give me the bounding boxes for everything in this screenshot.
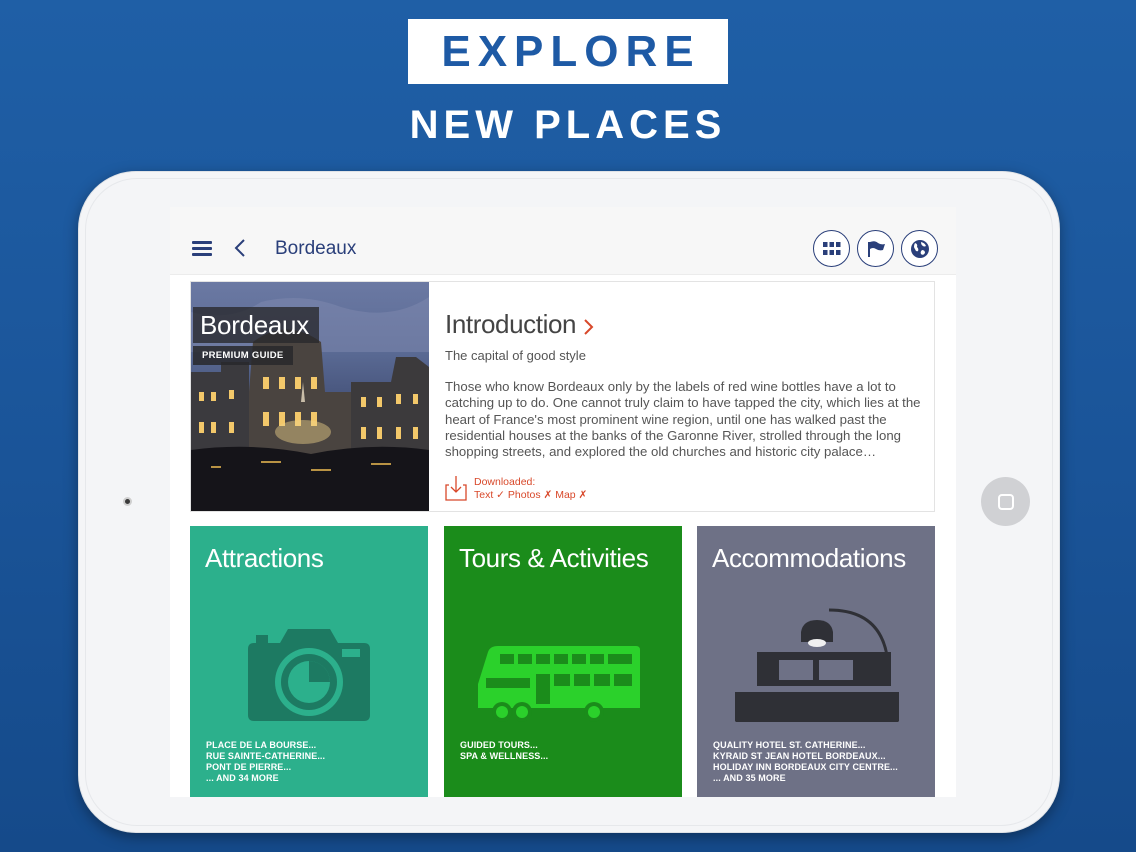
- accommodations-list: QUALITY HOTEL ST. CATHERINE... KYRAID ST…: [713, 740, 898, 784]
- list-item: PONT DE PIERRE...: [206, 762, 292, 772]
- globe-button[interactable]: [901, 230, 938, 267]
- grid-icon: [822, 241, 840, 255]
- camera-icon: [248, 629, 370, 721]
- tours-activities-title: Tours & Activities: [459, 543, 649, 573]
- promo-subheadline: NEW PLACES: [409, 103, 727, 147]
- tours-activities-list: GUIDED TOURS... SPA & WELLNESS...: [460, 740, 548, 762]
- accommodations-tile[interactable]: Accommodations QUALITY HOTEL ST. CATHERI…: [697, 526, 935, 797]
- app-screen: Bordeaux Bordeaux PREMIUM GUIDE Introduc…: [170, 207, 956, 797]
- introduction-text: Those who know Bordeaux only by the labe…: [445, 379, 921, 460]
- flag-button[interactable]: [857, 230, 894, 267]
- back-icon[interactable]: [233, 238, 247, 258]
- bed-icon: [735, 608, 899, 722]
- premium-guide-badge: PREMIUM GUIDE: [193, 346, 293, 365]
- list-item: ... AND 35 MORE: [713, 773, 786, 783]
- tours-activities-tile[interactable]: Tours & Activities GUIDED TOURS... SPA &…: [444, 526, 682, 797]
- introduction-title[interactable]: Introduction: [445, 309, 576, 340]
- list-item: RUE SAINTE-CATHERINE...: [206, 751, 326, 761]
- grid-view-button[interactable]: [813, 230, 850, 267]
- attractions-list: PLACE DE LA BOURSE... RUE SAINTE-CATHERI…: [206, 740, 325, 784]
- home-square-icon: [997, 493, 1014, 510]
- home-button[interactable]: [981, 477, 1030, 526]
- attractions-tile[interactable]: Attractions PLACE DE LA BOURSE... RUE SA…: [190, 526, 428, 797]
- top-navigation-bar: Bordeaux: [170, 207, 956, 275]
- list-item: HOLIDAY INN BORDEAUX CITY CENTRE...: [713, 762, 898, 772]
- list-item: PLACE DE LA BOURSE...: [206, 740, 317, 750]
- promo-headline-box: EXPLORE: [408, 19, 728, 84]
- promo-headline: EXPLORE: [441, 26, 701, 76]
- introduction-card[interactable]: Bordeaux PREMIUM GUIDE Introduction The …: [190, 281, 935, 512]
- download-label: Downloaded:: [474, 476, 536, 488]
- page-title: Bordeaux: [275, 238, 357, 259]
- bus-icon: [478, 646, 646, 722]
- hero-city-label: Bordeaux: [193, 307, 319, 343]
- introduction-subtitle: The capital of good style: [445, 348, 586, 363]
- globe-icon: [910, 239, 929, 258]
- menu-icon[interactable]: [192, 241, 212, 256]
- front-camera: [123, 497, 132, 506]
- download-icon[interactable]: [445, 475, 467, 501]
- list-item: QUALITY HOTEL ST. CATHERINE...: [713, 740, 866, 750]
- list-item: KYRAID ST JEAN HOTEL BORDEAUX...: [713, 751, 886, 761]
- flag-icon: [867, 240, 885, 257]
- accommodations-title: Accommodations: [712, 543, 906, 573]
- chevron-right-icon[interactable]: [583, 318, 595, 336]
- list-item: GUIDED TOURS...: [460, 740, 538, 750]
- download-status: Text ✓ Photos ✗ Map ✗: [474, 489, 588, 501]
- list-item: SPA & WELLNESS...: [460, 751, 549, 761]
- list-item: ... AND 34 MORE: [206, 773, 279, 783]
- bordeaux-hero-photo: Bordeaux PREMIUM GUIDE: [191, 282, 429, 511]
- attractions-title: Attractions: [205, 543, 324, 573]
